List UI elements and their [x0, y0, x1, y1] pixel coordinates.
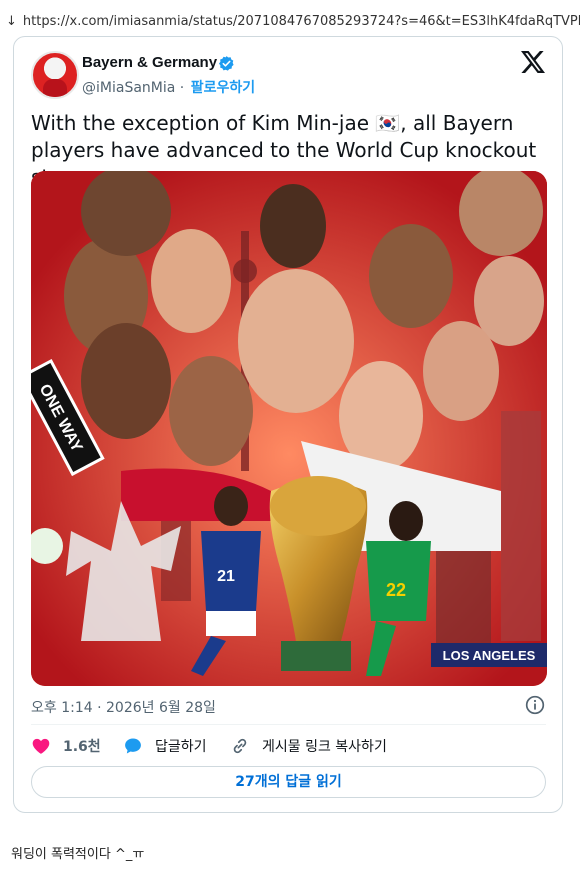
verified-badge-icon: [218, 56, 234, 71]
tweet-timestamp[interactable]: 오후 1:14 · 2026년 6월 28일: [31, 697, 216, 717]
divider: [31, 724, 546, 725]
tweet-url[interactable]: https://x.com/imiasanmia/status/20710847…: [23, 14, 580, 29]
reply-bubble-icon: [125, 738, 141, 754]
link-icon: [233, 738, 247, 754]
user-comment: 워딩이 폭력적이다 ^_ㅠ: [11, 847, 145, 862]
poster-illustration: ONE WAY 21 22 LOS ANGELES: [31, 171, 547, 686]
tweet-embed-card: Bayern & Germany @iMiaSanMia · 팔로우하기 Wit…: [13, 36, 563, 813]
avatar[interactable]: [31, 51, 79, 99]
like-button[interactable]: 1.6천: [31, 736, 101, 756]
read-replies-button[interactable]: 27개의 답글 읽기: [31, 766, 546, 798]
copy-link-label: 게시물 링크 복사하기: [262, 739, 387, 755]
info-icon[interactable]: [525, 695, 545, 715]
x-logo-icon[interactable]: [521, 51, 545, 73]
down-arrow-icon: ↓: [6, 14, 17, 29]
author-handle[interactable]: @iMiaSanMia: [82, 80, 175, 96]
los-angeles-sign-text: LOS ANGELES: [443, 648, 536, 663]
tweet-actions: 1.6천 답글하기 게시물 링크 복사하기: [31, 736, 546, 758]
senegal-jersey-number: 22: [386, 580, 406, 600]
reply-label: 답글하기: [155, 739, 207, 755]
tweet-image[interactable]: ONE WAY 21 22 LOS ANGELES: [31, 171, 547, 686]
follow-button[interactable]: 팔로우하기: [191, 80, 255, 96]
separator-dot: ·: [179, 80, 185, 96]
reply-button[interactable]: 답글하기: [123, 736, 207, 756]
author-name[interactable]: Bayern & Germany: [82, 54, 217, 71]
handle-row: @iMiaSanMia · 팔로우하기: [82, 77, 255, 97]
likes-count: 1.6천: [63, 739, 101, 755]
heart-icon: [32, 738, 50, 754]
copy-link-button[interactable]: 게시물 링크 복사하기: [230, 736, 387, 756]
url-line[interactable]: ↓ https://x.com/imiasanmia/status/2071084…: [6, 14, 580, 29]
japan-jersey-number: 21: [217, 568, 235, 585]
